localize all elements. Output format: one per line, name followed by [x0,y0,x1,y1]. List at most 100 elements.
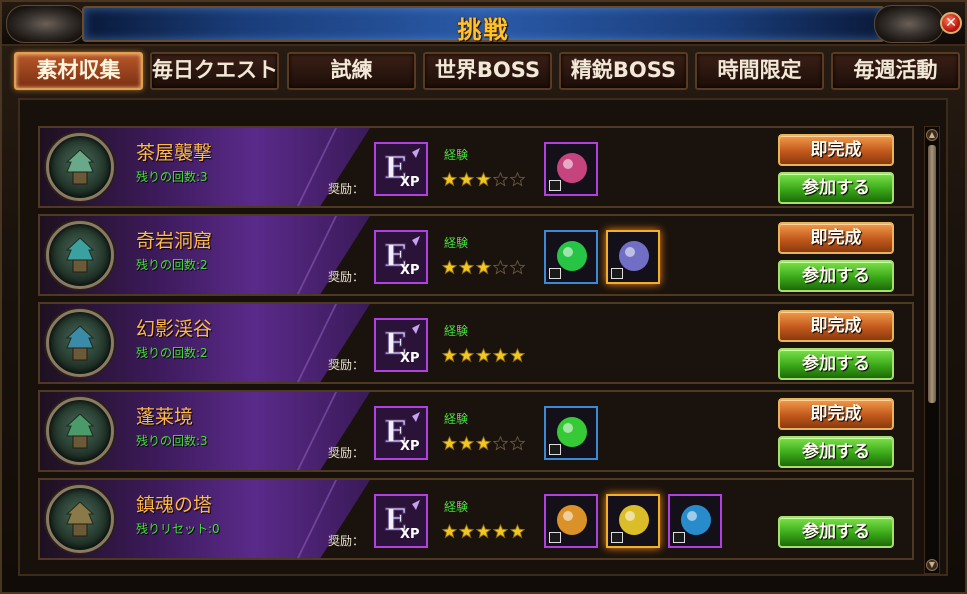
star-filled-icon [442,348,457,363]
scroll-up-button[interactable]: ▲ [926,129,938,141]
remaining-count: 残りリセット:0 [136,522,220,536]
star-empty-icon [510,436,525,451]
reward-label: 奨励： [328,534,365,548]
tab-weekly-event[interactable]: 毎週活動 [831,52,960,90]
close-button[interactable]: ✕ [940,12,962,34]
dungeon-row: 茶屋襲撃 残りの回数:3 奨励： E XP 経験 即完成 参加する [38,126,914,208]
dungeon-list-panel: 茶屋襲撃 残りの回数:3 奨励： E XP 経験 即完成 参加する 奇岩洞窟 残りの回数:2 奨励：… [18,98,948,576]
star-filled-icon [459,524,474,539]
exp-reward-slot[interactable]: E XP [374,406,428,460]
exp-icon: EXP [376,232,426,282]
difficulty-stars [442,524,527,542]
dungeon-emblem-icon [46,221,114,289]
ornament-right [874,5,944,43]
star-empty-icon [510,260,525,275]
star-filled-icon [476,260,491,275]
exp-label: 経験 [444,412,469,426]
difficulty-stars [442,172,527,190]
dungeon-name: 幻影渓谷 [136,318,213,340]
reward-label: 奨励： [328,270,365,284]
reward-item-slot[interactable] [668,494,722,548]
exp-reward-slot[interactable]: E XP [374,230,428,284]
scroll-thumb[interactable] [928,145,936,403]
dungeon-row: 幻影渓谷 残りの回数:2 奨励： E XP 経験 即完成 参加する [38,302,914,384]
reward-label: 奨励： [328,182,365,196]
bound-item-icon [549,444,561,455]
svg-text:XP: XP [400,439,420,454]
star-filled-icon [459,348,474,363]
dungeon-row: 蓬莱境 残りの回数:3 奨励： E XP 経験 即完成 参加する [38,390,914,472]
challenge-window: 挑戦 ✕ 素材収集 毎日クエスト 試練 世界BOSS 精鋭BOSS 時間限定 毎… [0,0,967,594]
dungeon-name: 鎮魂の塔 [136,494,213,516]
dungeon-name: 茶屋襲撃 [136,142,213,164]
dungeon-emblem-icon [46,485,114,553]
reward-item-slot[interactable] [544,142,598,196]
join-button[interactable]: 参加する [778,436,894,468]
star-filled-icon [459,172,474,187]
join-button[interactable]: 参加する [778,348,894,380]
reward-label: 奨励： [328,358,365,372]
title-plate: 挑戦 [82,6,885,44]
tab-materials[interactable]: 素材収集 [14,52,143,90]
reward-item-slot[interactable] [606,230,660,284]
star-filled-icon [459,436,474,451]
svg-text:XP: XP [400,351,420,366]
window-title: 挑戦 [457,16,510,44]
star-filled-icon [459,260,474,275]
star-filled-icon [442,436,457,451]
svg-text:XP: XP [400,175,420,190]
reward-item-slot[interactable] [544,406,598,460]
star-filled-icon [442,172,457,187]
tab-daily-quest[interactable]: 毎日クエスト [150,52,279,90]
dungeon-name: 蓬莱境 [136,406,194,428]
reward-item-slot[interactable] [544,494,598,548]
svg-text:XP: XP [400,527,420,542]
tab-limited-time[interactable]: 時間限定 [695,52,824,90]
join-button[interactable]: 参加する [778,516,894,548]
exp-reward-slot[interactable]: E XP [374,494,428,548]
dungeon-name: 奇岩洞窟 [136,230,213,252]
exp-label: 経験 [444,324,469,338]
bound-item-icon [549,268,561,279]
exp-reward-slot[interactable]: E XP [374,318,428,372]
chevron-up-icon: ▲ [928,130,936,139]
dungeon-row: 鎮魂の塔 残りリセット:0 奨励： E XP 経験 参加する [38,478,914,560]
star-filled-icon [493,524,508,539]
exp-icon: EXP [376,320,426,370]
star-filled-icon [442,260,457,275]
star-filled-icon [476,436,491,451]
reward-item-slot[interactable] [544,230,598,284]
tab-elite-boss[interactable]: 精鋭BOSS [559,52,688,90]
svg-text:XP: XP [400,263,420,278]
tab-world-boss[interactable]: 世界BOSS [423,52,552,90]
join-button[interactable]: 参加する [778,172,894,204]
scroll-down-button[interactable]: ▼ [926,559,938,571]
exp-icon: EXP [376,144,426,194]
dungeon-emblem-icon [46,397,114,465]
dungeon-list: 茶屋襲撃 残りの回数:3 奨励： E XP 経験 即完成 参加する 奇岩洞窟 残りの回数:2 奨励：… [38,126,914,568]
bound-item-icon [611,532,623,543]
reward-label: 奨励： [328,446,365,460]
exp-icon: EXP [376,496,426,546]
tab-trial[interactable]: 試練 [287,52,416,90]
join-button[interactable]: 参加する [778,260,894,292]
difficulty-stars [442,348,527,366]
scrollbar[interactable]: ▲ ▼ [924,126,940,574]
ornament-left [6,5,86,43]
star-filled-icon [476,172,491,187]
instant-complete-button[interactable]: 即完成 [778,222,894,254]
instant-complete-button[interactable]: 即完成 [778,310,894,342]
star-empty-icon [493,260,508,275]
instant-complete-button[interactable]: 即完成 [778,398,894,430]
reward-item-slot[interactable] [606,494,660,548]
star-empty-icon [493,436,508,451]
star-empty-icon [493,172,508,187]
remaining-count: 残りの回数:2 [136,258,208,272]
exp-reward-slot[interactable]: E XP [374,142,428,196]
dungeon-emblem-icon [46,309,114,377]
close-icon: ✕ [945,15,957,31]
star-filled-icon [476,348,491,363]
dungeon-row: 奇岩洞窟 残りの回数:2 奨励： E XP 経験 即完成 参加する [38,214,914,296]
instant-complete-button[interactable]: 即完成 [778,134,894,166]
star-filled-icon [476,524,491,539]
